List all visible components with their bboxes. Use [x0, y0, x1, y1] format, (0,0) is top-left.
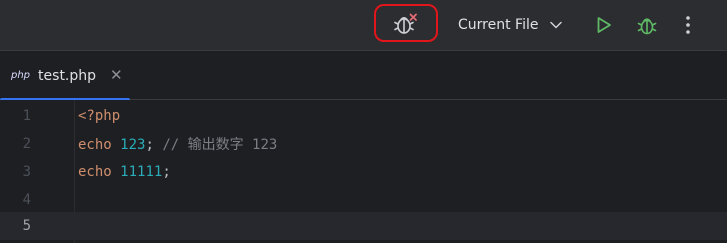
code-text: <?php: [78, 108, 120, 124]
code-token-plain: ;: [162, 164, 171, 180]
run-configuration-label: Current File: [458, 17, 539, 33]
php-file-icon: php: [11, 70, 31, 81]
run-button[interactable]: [590, 11, 618, 39]
code-line[interactable]: 5: [0, 212, 727, 240]
run-configuration-dropdown[interactable]: Current File: [458, 11, 563, 39]
close-icon[interactable]: ✕: [110, 68, 123, 83]
line-number: 3: [22, 164, 31, 180]
code-token-num: 123: [120, 137, 146, 153]
more-vertical-icon: [686, 16, 690, 34]
tab-test-php[interactable]: php test.php ✕: [0, 51, 130, 102]
more-actions-button[interactable]: [676, 10, 700, 40]
code-token-num: 11111: [120, 164, 163, 180]
code-token-kw: echo: [78, 137, 112, 153]
annotation-highlight-box: [374, 4, 438, 42]
line-number: 1: [22, 108, 31, 124]
code-line[interactable]: 3 echo 11111;: [0, 158, 727, 186]
code-line[interactable]: 4: [0, 186, 727, 214]
code-token-cm: // 输出数字 123: [162, 137, 278, 153]
editor-tab-bar: php test.php ✕: [0, 50, 727, 102]
run-icon: [597, 17, 611, 33]
line-number: 5: [22, 218, 31, 234]
code-token-plain: ;: [145, 137, 163, 153]
code-text: echo 11111;: [78, 164, 171, 180]
code-line[interactable]: 1 <?php: [0, 102, 727, 130]
line-number: 2: [22, 136, 31, 152]
debug-icon: [637, 18, 657, 35]
line-number: 4: [22, 192, 31, 208]
tab-label: test.php: [38, 67, 97, 84]
code-token-kw: echo: [78, 164, 112, 180]
code-editor[interactable]: 1 <?php 2 echo 123; // 输出数字 123 3 echo 11111;…: [0, 100, 727, 243]
code-token-kw: <?php: [78, 108, 121, 124]
code-line[interactable]: 2 echo 123; // 输出数字 123: [0, 130, 727, 158]
main-toolbar: Current File: [0, 0, 727, 50]
debug-button[interactable]: [632, 10, 662, 40]
code-text: echo 123; // 输出数字 123: [78, 134, 277, 154]
chevron-down-icon: [550, 21, 563, 29]
